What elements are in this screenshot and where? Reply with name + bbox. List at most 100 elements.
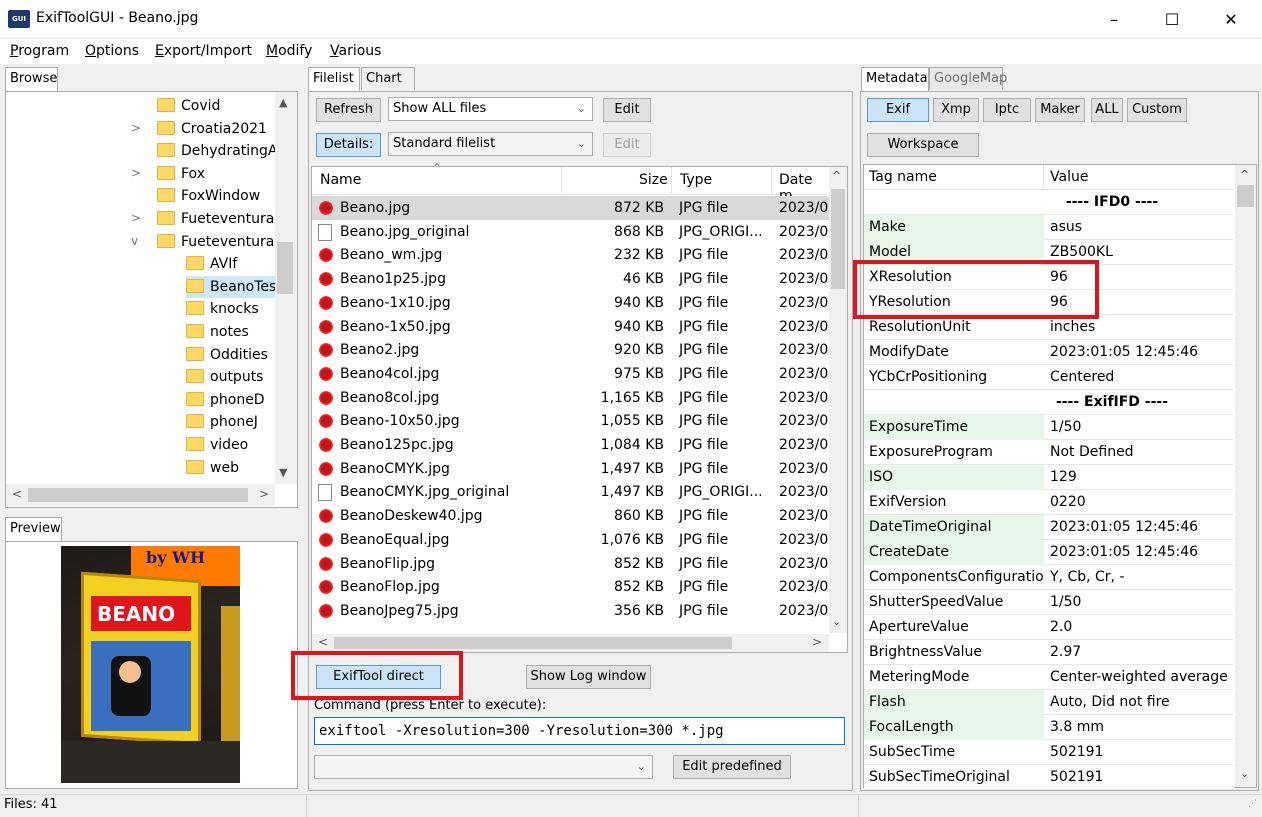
metadata-row[interactable]: ISO 129 <box>864 465 1234 490</box>
metadata-row[interactable]: SubSecTimeOriginal 502191 <box>864 765 1234 790</box>
metadata-row[interactable]: ExposureTime 1/50 <box>864 415 1234 440</box>
scroll-right-icon[interactable]: > <box>259 487 269 501</box>
file-row[interactable]: BeanoFlip.jpg 852 KB JPG file 2023/0 <box>312 551 829 576</box>
scroll-down-icon[interactable]: ⌄ <box>1240 767 1249 780</box>
details-button[interactable]: Details: <box>316 133 381 157</box>
metadata-row[interactable]: MeteringMode Center-weighted average <box>864 665 1234 690</box>
file-row[interactable]: BeanoDeskew40.jpg 860 KB JPG file 2023/0 <box>312 504 829 529</box>
metadata-custom-button[interactable]: Custom <box>1127 98 1187 122</box>
view-select[interactable]: Standard filelist ⌄ <box>388 132 593 156</box>
scroll-down-icon[interactable]: ⌄ <box>832 615 841 628</box>
col-tag-name[interactable]: Tag name <box>869 169 937 185</box>
scroll-up-icon[interactable]: ^ <box>832 169 841 182</box>
metadata-row[interactable]: ApertureValue 2.0 <box>864 615 1234 640</box>
file-row[interactable]: Beano4col.jpg 975 KB JPG file 2023/0 <box>312 361 829 386</box>
refresh-button[interactable]: Refresh <box>316 98 381 122</box>
tree-item[interactable]: Croatia2021 <box>157 118 267 140</box>
file-row[interactable]: BeanoFlop.jpg 852 KB JPG file 2023/0 <box>312 575 829 600</box>
tree-item[interactable]: outputs <box>186 366 263 388</box>
hscroll-thumb[interactable] <box>28 488 248 502</box>
metadata-group-header[interactable]: ---- IFD0 ---- <box>864 190 1234 215</box>
tree-vscrollbar[interactable]: ▲ ▼ <box>275 92 297 484</box>
metadata-iptc-button[interactable]: Iptc <box>983 98 1031 122</box>
file-row[interactable]: BeanoEqual.jpg 1,076 KB JPG file 2023/0 <box>312 527 829 552</box>
metadata-row[interactable]: YCbCrPositioning Centered <box>864 365 1234 390</box>
file-row[interactable]: Beano-1x50.jpg 940 KB JPG file 2023/0 <box>312 314 829 339</box>
col-size[interactable]: Size <box>639 172 668 188</box>
metadata-row[interactable]: Flash Auto, Did not fire <box>864 690 1234 715</box>
workspace-button[interactable]: Workspace <box>867 133 979 157</box>
tree-item[interactable]: phoneJ <box>186 411 258 433</box>
file-filter-select[interactable]: Show ALL files ⌄ <box>388 97 593 121</box>
tab-browse[interactable]: Browse <box>5 67 58 92</box>
metadata-row[interactable]: ModifyDate 2023:01:05 12:45:46 <box>864 340 1234 365</box>
file-row[interactable]: Beano-1x10.jpg 940 KB JPG file 2023/0 <box>312 290 829 315</box>
edit-predefined-button[interactable]: Edit predefined <box>673 755 791 779</box>
scroll-thumb[interactable] <box>277 242 293 294</box>
metadata-row[interactable]: ShutterSpeedValue 1/50 <box>864 590 1234 615</box>
metadata-row[interactable]: FocalLength 3.8 mm <box>864 715 1234 740</box>
tree-item[interactable]: FoxWindow <box>157 185 260 207</box>
metadata-row[interactable]: SubSecTime 502191 <box>864 740 1234 765</box>
col-value[interactable]: Value <box>1050 169 1088 185</box>
metadata-row[interactable]: ComponentsConfiguration Y, Cb, Cr, - <box>864 565 1234 590</box>
scroll-left-icon[interactable]: < <box>12 487 22 501</box>
file-row[interactable]: Beano8col.jpg 1,165 KB JPG file 2023/0 <box>312 385 829 410</box>
file-row[interactable]: Beano.jpg_original 868 KB JPG_ORIGI... 2023… <box>312 219 829 244</box>
menu-options[interactable]: Options <box>85 43 139 59</box>
expand-chevron-icon[interactable]: > <box>131 211 141 225</box>
tree-item[interactable]: Fueteventura2 <box>157 231 275 253</box>
resize-grip-icon[interactable]: ⋰ <box>1248 799 1257 809</box>
tree-hscrollbar[interactable]: < > <box>6 484 275 506</box>
minimize-button[interactable]: – <box>1085 0 1143 39</box>
col-name[interactable]: Name <box>320 172 361 188</box>
file-row[interactable]: Beano1p25.jpg 46 KB JPG file 2023/0 <box>312 267 829 292</box>
tree-item[interactable]: DehydratingA <box>157 140 275 162</box>
tab-chart[interactable]: Chart <box>361 67 415 90</box>
menu-export-import[interactable]: Export/Import <box>155 43 252 59</box>
filelist-hscrollbar[interactable]: < > <box>312 634 829 652</box>
file-row[interactable]: Beano-10x50.jpg 1,055 KB JPG file 2023/0 <box>312 409 829 434</box>
expand-chevron-icon[interactable]: > <box>131 121 141 135</box>
metadata-row[interactable]: ExposureProgram Not Defined <box>864 440 1234 465</box>
tree-item[interactable]: AVIf <box>186 253 237 275</box>
tree-item[interactable]: Covid <box>157 95 220 117</box>
edit-view-button[interactable]: Edit <box>603 133 651 157</box>
tree-item[interactable]: Oddities <box>186 344 268 366</box>
file-row[interactable]: Beano125pc.jpg 1,084 KB JPG file 2023/0 <box>312 433 829 457</box>
metadata-row[interactable]: ExifVersion 0220 <box>864 490 1234 515</box>
file-row[interactable]: BeanoCMYK.jpg 1,497 KB JPG file 2023/0 <box>312 456 829 481</box>
tab-metadata[interactable]: Metadata <box>861 67 929 92</box>
scroll-down-icon[interactable]: ▼ <box>279 466 287 479</box>
metadata-row[interactable]: Make asus <box>864 215 1234 240</box>
tab-googlemap[interactable]: GoogleMap <box>929 67 1007 90</box>
file-row[interactable]: Beano_wm.jpg 232 KB JPG file 2023/0 <box>312 243 829 268</box>
menu-modify[interactable]: Modify <box>266 43 312 59</box>
tab-preview[interactable]: Preview <box>5 517 62 542</box>
metadata-row[interactable]: DateTimeOriginal 2023:01:05 12:45:46 <box>864 515 1234 540</box>
collapse-chevron-icon[interactable]: v <box>131 234 138 248</box>
scroll-right-icon[interactable]: > <box>812 635 822 649</box>
maximize-button[interactable]: ☐ <box>1143 0 1201 39</box>
metadata-group-header[interactable]: ---- ExifIFD ---- <box>864 390 1234 415</box>
expand-chevron-icon[interactable]: > <box>131 166 141 180</box>
tree-item[interactable]: phoneD <box>186 389 265 411</box>
scroll-left-icon[interactable]: < <box>318 635 328 649</box>
metadata-maker-button[interactable]: Maker <box>1035 98 1085 122</box>
scroll-thumb[interactable] <box>1237 185 1254 207</box>
close-button[interactable]: ✕ <box>1202 0 1260 39</box>
metadata-vscrollbar[interactable]: ^ ⌄ <box>1235 165 1256 787</box>
scroll-up-icon[interactable]: ▲ <box>279 96 287 109</box>
hscroll-thumb[interactable] <box>334 637 732 649</box>
tree-item[interactable]: knocks <box>186 298 259 320</box>
file-row[interactable]: Beano2.jpg 920 KB JPG file 2023/0 <box>312 338 829 363</box>
file-row[interactable]: BeanoJpeg75.jpg 356 KB JPG file 2023/0 <box>312 598 829 623</box>
metadata-row[interactable]: CreateDate 2023:01:05 12:45:46 <box>864 540 1234 565</box>
menu-various[interactable]: Various <box>330 43 381 59</box>
predefined-select[interactable]: ⌄ <box>314 755 653 779</box>
tree-item[interactable]: notes <box>186 321 249 343</box>
tab-filelist[interactable]: Filelist <box>308 67 360 92</box>
metadata-row[interactable]: BrightnessValue 2.97 <box>864 640 1234 665</box>
file-row[interactable]: BeanoCMYK.jpg_original 1,497 KB JPG_ORIGI.… <box>312 480 829 505</box>
command-input[interactable] <box>314 717 845 745</box>
